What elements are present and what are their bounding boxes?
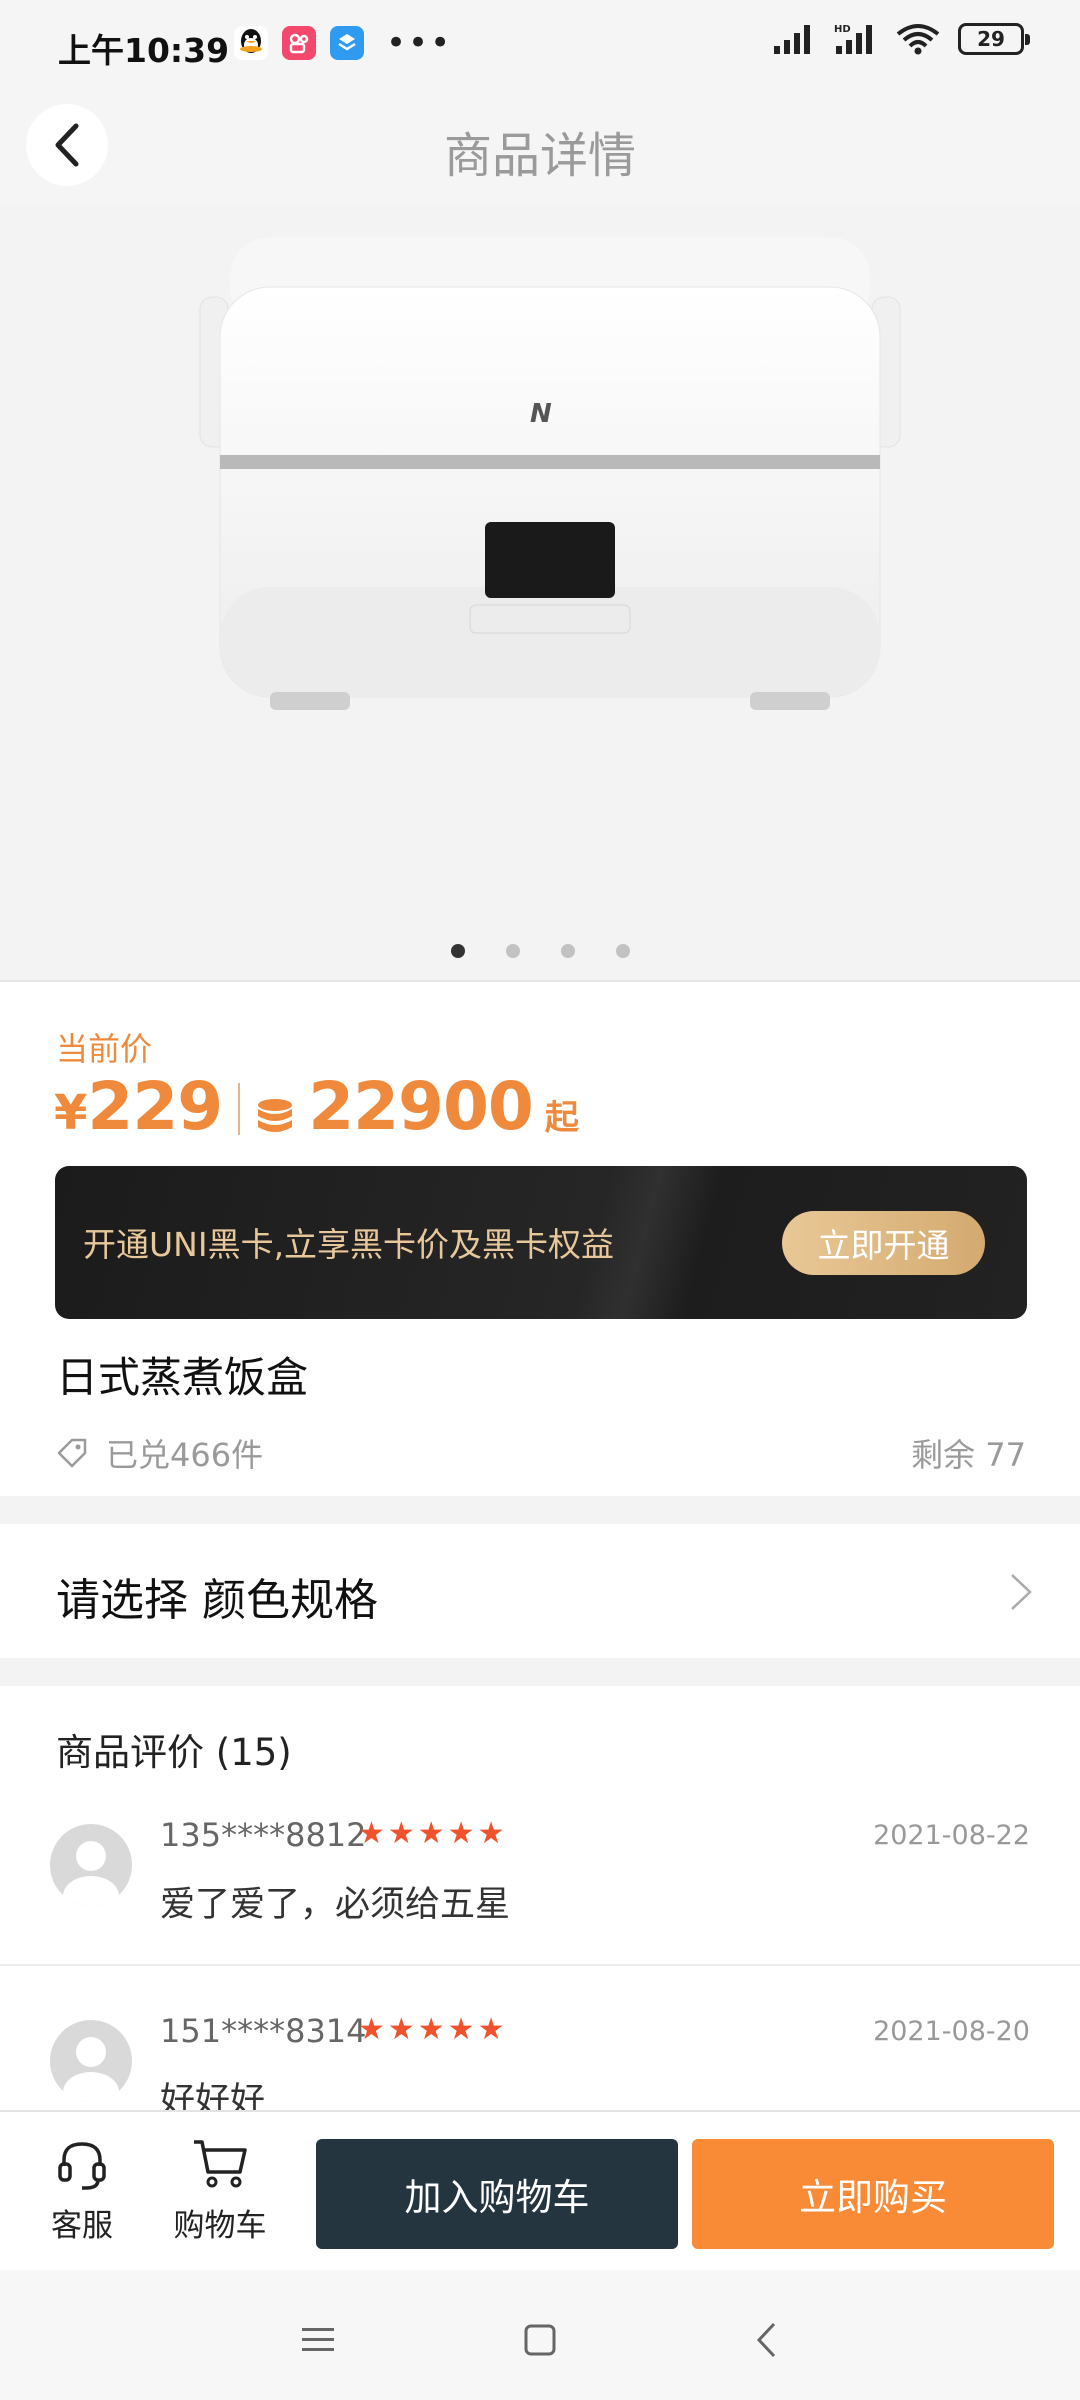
- remaining-stock: 剩余 77: [911, 1436, 1026, 1474]
- signal-icon: [774, 25, 810, 54]
- tag-icon: [57, 1438, 87, 1468]
- price-from-label: 起: [544, 1098, 579, 1138]
- customer-service-label: 客服: [51, 2208, 113, 2244]
- menu-button[interactable]: [288, 2310, 348, 2370]
- product-gallery[interactable]: N: [0, 205, 1080, 982]
- avatar: [50, 1824, 132, 1906]
- buy-now-button[interactable]: 立即购买: [692, 2139, 1054, 2249]
- page-header: 商品详情: [0, 90, 1080, 205]
- review-stars: ★★★★★: [358, 2012, 508, 2047]
- redeemed-text: 已兑466件: [106, 1436, 264, 1474]
- signal-hd-icon: HD: [834, 24, 872, 54]
- status-app-icons: •••: [234, 26, 452, 60]
- customer-service-button[interactable]: 客服: [27, 2136, 137, 2245]
- review-date: 2021-08-22: [873, 1820, 1030, 1851]
- coins-icon: [256, 1097, 294, 1141]
- gallery-dot: [615, 944, 630, 958]
- product-image[interactable]: N: [180, 227, 920, 757]
- kuaishou-icon: [282, 26, 316, 60]
- price-amount: 229: [87, 1068, 223, 1145]
- gallery-dot: [505, 944, 520, 958]
- redeemed-count: 已兑466件: [56, 1430, 263, 1476]
- system-back-button[interactable]: [736, 2310, 796, 2370]
- svg-text:HD: HD: [834, 24, 851, 35]
- price-label: 当前价: [56, 1030, 153, 1068]
- status-bar: 上午10:39 ••• HD 29: [0, 0, 1080, 90]
- reviews-section: 商品评价 (15) 135****8812 ★★★★★ 2021-08-22 爱…: [0, 1686, 1080, 2110]
- review-item: 151****8314 ★★★★★ 2021-08-20 好好好: [0, 1994, 1080, 2110]
- spec-selector[interactable]: 请选择 颜色规格: [0, 1524, 1080, 1658]
- section-divider: [0, 1658, 1080, 1686]
- review-divider: [0, 1964, 1080, 1966]
- system-nav-bar: [0, 2270, 1080, 2400]
- currency-symbol: ¥: [54, 1085, 88, 1141]
- more-notifications-icon: •••: [386, 23, 453, 63]
- avatar: [50, 2020, 132, 2102]
- cart-label: 购物车: [173, 2208, 267, 2244]
- price-divider: [238, 1083, 241, 1135]
- page-title: 商品详情: [443, 128, 636, 184]
- vip-card-text: 开通UNI黑卡,立享黑卡价及黑卡权益: [83, 1225, 615, 1264]
- spec-selector-label: 请选择 颜色规格: [56, 1575, 378, 1626]
- review-text: 爱了爱了，必须给五星: [160, 1885, 511, 1925]
- home-square-icon: [524, 2324, 556, 2356]
- section-divider: [0, 1496, 1080, 1524]
- review-text: 好好好: [160, 2081, 266, 2110]
- cart-button[interactable]: 购物车: [165, 2136, 275, 2245]
- cart-icon: [194, 2140, 247, 2188]
- svg-text:N: N: [530, 399, 552, 429]
- price-row: ¥ 229 22900 起: [54, 1068, 579, 1145]
- headset-icon: [58, 2142, 106, 2190]
- price-section: 当前价 ¥ 229 22900 起 开通UNI黑卡,立享黑卡价及黑卡权益 立即开…: [0, 984, 1080, 1496]
- gallery-dot: [560, 944, 575, 958]
- back-arrow-icon: [756, 2322, 776, 2358]
- chevron-right-icon: [1011, 1574, 1032, 1610]
- bottom-action-bar: 客服 购物车 加入购物车 立即购买: [0, 2110, 1080, 2270]
- qq-icon: [234, 26, 268, 60]
- review-user: 135****8812: [160, 1816, 367, 1854]
- add-to-cart-button[interactable]: 加入购物车: [316, 2139, 678, 2249]
- points-amount: 22900: [308, 1068, 534, 1145]
- product-name: 日式蒸煮饭盒: [56, 1353, 309, 1402]
- gallery-dot: [450, 944, 465, 958]
- status-time: 上午10:39: [58, 31, 230, 70]
- review-date: 2021-08-20: [873, 2016, 1030, 2047]
- map-app-icon: [330, 26, 364, 60]
- status-indicators: HD 29: [772, 22, 1030, 56]
- vip-card-banner[interactable]: 开通UNI黑卡,立享黑卡价及黑卡权益 立即开通: [55, 1166, 1027, 1319]
- activate-vip-button[interactable]: 立即开通: [782, 1211, 985, 1275]
- battery-icon: 29: [958, 23, 1030, 55]
- review-user: 151****8314: [160, 2012, 367, 2050]
- home-button[interactable]: [510, 2310, 570, 2370]
- gallery-indicator: [0, 944, 1080, 958]
- wifi-icon: [896, 24, 940, 55]
- reviews-title[interactable]: 商品评价 (15): [56, 1722, 292, 1776]
- review-stars: ★★★★★: [358, 1816, 508, 1851]
- menu-icon: [302, 2328, 334, 2351]
